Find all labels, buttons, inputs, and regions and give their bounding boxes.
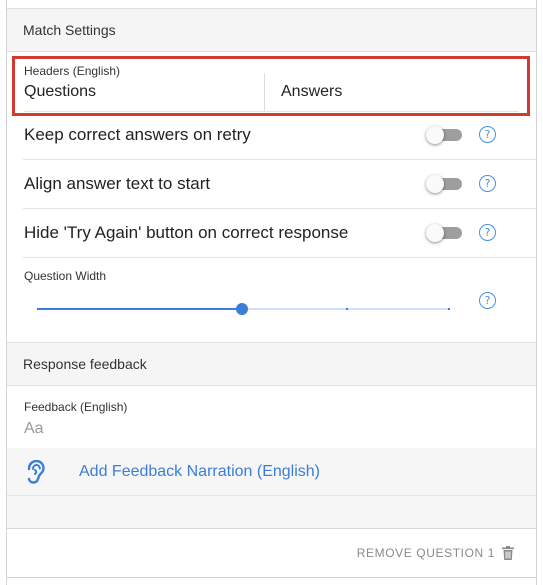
- questions-header-input[interactable]: Questions: [24, 83, 96, 101]
- hide-try-again-toggle[interactable]: [426, 224, 462, 242]
- toggle-row-keep-correct: Keep correct answers on retry ?: [23, 111, 536, 160]
- headers-divider: [264, 73, 265, 111]
- toggle-row-hide-try-again: Hide 'Try Again' button on correct respo…: [23, 209, 536, 258]
- match-settings-header: Match Settings: [7, 8, 536, 52]
- align-start-label: Align answer text to start: [24, 174, 211, 193]
- align-start-toggle[interactable]: [426, 175, 462, 193]
- add-feedback-narration-link[interactable]: Add Feedback Narration (English): [79, 463, 320, 481]
- feedback-label: Feedback (English): [24, 400, 128, 414]
- feedback-input[interactable]: [24, 420, 494, 438]
- toggle-knob: [426, 224, 444, 242]
- slider-track-filled[interactable]: [37, 308, 242, 310]
- feedback-field: Feedback (English): [23, 386, 520, 448]
- keep-correct-label: Keep correct answers on retry: [24, 125, 251, 144]
- response-feedback-title: Response feedback: [23, 356, 147, 372]
- match-settings-title: Match Settings: [23, 22, 116, 38]
- slider-tick-mark: [346, 308, 348, 310]
- response-feedback-header: Response feedback: [7, 342, 536, 386]
- question-width-control: Question Width ?: [23, 258, 536, 342]
- toggle-row-align-start: Align answer text to start ?: [23, 160, 536, 209]
- answers-header-input[interactable]: Answers: [281, 83, 342, 101]
- help-icon[interactable]: ?: [479, 224, 496, 241]
- headers-label: Headers (English): [24, 64, 121, 78]
- feedback-narration-row: Add Feedback Narration (English): [7, 448, 536, 496]
- keep-correct-toggle[interactable]: [426, 126, 462, 144]
- trash-icon: [502, 546, 514, 560]
- panel-footer: REMOVE QUESTION 1: [7, 529, 536, 577]
- slider-tick-mark: [448, 308, 450, 310]
- help-icon[interactable]: ?: [479, 126, 496, 143]
- headers-field-group: Headers (English) Questions Answers: [12, 56, 530, 116]
- remove-question-label: REMOVE QUESTION 1: [356, 546, 495, 560]
- hide-try-again-label: Hide 'Try Again' button on correct respo…: [24, 223, 349, 242]
- question-width-label: Question Width: [24, 269, 107, 283]
- ear-icon: [27, 460, 45, 484]
- spacer-band: [7, 496, 536, 529]
- question-settings-panel: Match Settings Headers (English) Questio…: [6, 0, 537, 585]
- question-width-slider-thumb[interactable]: [236, 303, 248, 315]
- help-icon[interactable]: ?: [479, 175, 496, 192]
- toggle-knob: [426, 175, 444, 193]
- remove-question-button[interactable]: REMOVE QUESTION 1: [357, 546, 514, 560]
- help-icon[interactable]: ?: [479, 292, 496, 309]
- toggle-knob: [426, 126, 444, 144]
- panel-bottom-border: [7, 577, 536, 578]
